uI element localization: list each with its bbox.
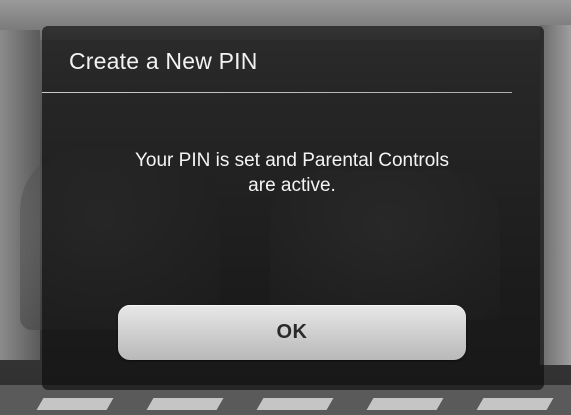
dialog-title: Create a New PIN — [69, 48, 258, 74]
message-line: are active. — [248, 175, 336, 196]
crosswalk-stripe — [256, 398, 334, 410]
title-divider — [42, 92, 512, 93]
create-pin-dialog: Create a New PIN Your PIN is set and Par… — [42, 26, 544, 390]
background-building-right — [540, 25, 571, 365]
message-line: Your PIN is set and Parental Controls — [134, 150, 450, 171]
screen: Create a New PIN Your PIN is set and Par… — [0, 0, 571, 415]
ok-button-label: OK — [276, 321, 308, 343]
crosswalk-stripe — [146, 398, 224, 410]
crosswalk-stripe — [476, 398, 554, 410]
ok-button[interactable]: OK — [118, 305, 466, 360]
dialog-message: Your PIN is set and Parental Controls ar… — [92, 148, 492, 198]
crosswalk-stripe — [36, 398, 114, 410]
crosswalk-stripe — [366, 398, 444, 410]
